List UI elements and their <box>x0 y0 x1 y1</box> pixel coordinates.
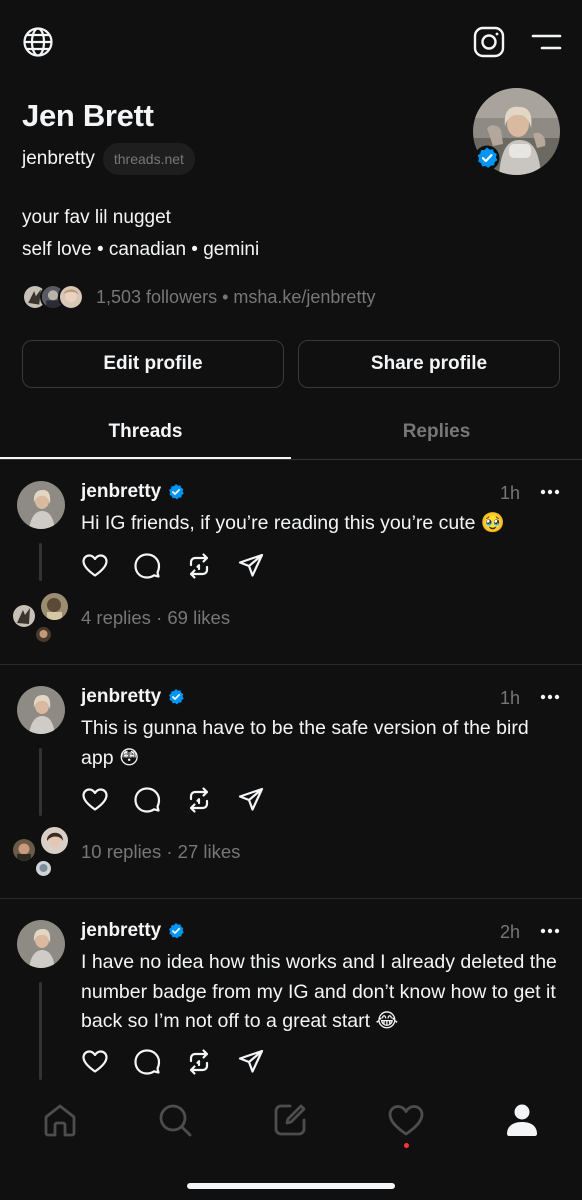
home-indicator <box>187 1183 395 1189</box>
post-divider <box>0 664 582 665</box>
profile-tabs: Threads Replies <box>0 412 582 460</box>
bottom-nav <box>0 1100 582 1160</box>
thread-post[interactable]: jenbretty 1h This is gunna have to be th… <box>0 686 582 899</box>
notification-dot <box>404 1143 409 1148</box>
replier-avatar <box>36 627 51 642</box>
menu-icon[interactable] <box>530 30 562 54</box>
profile-name: Jen Brett <box>22 98 154 133</box>
more-options-icon[interactable] <box>540 481 560 503</box>
reply-icon[interactable] <box>133 552 161 580</box>
verified-badge-icon <box>169 923 185 939</box>
handle-row: jenbretty threads.net <box>22 143 195 175</box>
share-icon[interactable] <box>237 786 265 814</box>
heart-icon[interactable] <box>386 1100 426 1140</box>
post-time: 1h <box>499 688 520 708</box>
profile-actions: Edit profile Share profile <box>22 340 560 388</box>
share-icon[interactable] <box>237 552 265 580</box>
like-icon[interactable] <box>81 552 109 580</box>
repost-icon[interactable] <box>185 1048 213 1076</box>
more-options-icon[interactable] <box>540 920 560 942</box>
share-icon[interactable] <box>237 1048 265 1076</box>
post-text: I have no idea how this works and I alre… <box>81 951 557 1032</box>
share-profile-button[interactable]: Share profile <box>298 340 560 388</box>
post-time: 1h <box>499 483 520 503</box>
replier-avatar <box>13 605 35 627</box>
follower-avatar <box>58 284 84 310</box>
like-icon[interactable] <box>81 1048 109 1076</box>
thread-line <box>39 982 42 1080</box>
domain-badge[interactable]: threads.net <box>102 143 195 175</box>
post-username[interactable]: jenbretty <box>81 920 161 942</box>
post-stats[interactable]: 4 replies · 69 likes <box>81 607 230 629</box>
tab-replies[interactable]: Replies <box>291 412 582 459</box>
thread-post[interactable]: jenbretty 2h I have no idea how this wor… <box>0 920 582 1100</box>
post-stats[interactable]: 10 replies · 27 likes <box>81 841 240 863</box>
post-actions <box>81 786 265 814</box>
repost-icon[interactable] <box>185 552 213 580</box>
post-username[interactable]: jenbretty <box>81 686 161 708</box>
home-icon[interactable] <box>40 1100 80 1140</box>
post-avatar[interactable] <box>17 686 65 734</box>
post-actions <box>81 1048 265 1076</box>
post-avatar[interactable] <box>17 481 65 529</box>
repost-icon[interactable] <box>185 786 213 814</box>
instagram-icon[interactable] <box>473 26 505 58</box>
top-bar <box>0 0 582 90</box>
post-username-row: jenbretty <box>81 481 185 503</box>
verified-badge-icon <box>169 484 185 500</box>
threads-profile-screen: Jen Brett jenbretty threads.net your fav… <box>0 0 582 1200</box>
profile-bio: your fav lil nugget self love • canadian… <box>22 202 259 266</box>
tab-threads[interactable]: Threads <box>0 412 291 459</box>
verified-badge-icon <box>169 689 185 705</box>
replier-avatar <box>41 593 68 620</box>
search-icon[interactable] <box>155 1100 195 1140</box>
post-divider <box>0 898 582 899</box>
edit-profile-button[interactable]: Edit profile <box>22 340 284 388</box>
post-text: This is gunna have to be the safe versio… <box>81 717 529 769</box>
post-avatar[interactable] <box>17 920 65 968</box>
followers-count[interactable]: 1,503 followers • msha.ke/jenbretty <box>96 287 375 308</box>
bio-line: your fav lil nugget <box>22 207 171 228</box>
post-time: 2h <box>499 922 520 942</box>
post-username-row: jenbretty <box>81 920 185 942</box>
replier-avatar <box>36 861 51 876</box>
reply-icon[interactable] <box>133 786 161 814</box>
like-icon[interactable] <box>81 786 109 814</box>
profile-handle: jenbretty <box>22 148 95 169</box>
thread-line <box>39 543 42 581</box>
post-username[interactable]: jenbretty <box>81 481 161 503</box>
post-text: Hi IG friends, if you’re reading this yo… <box>81 512 506 534</box>
bio-line: self love • canadian • gemini <box>22 239 260 260</box>
reply-icon[interactable] <box>133 1048 161 1076</box>
profile-icon[interactable] <box>502 1100 542 1140</box>
post-username-row: jenbretty <box>81 686 185 708</box>
post-actions <box>81 552 265 580</box>
thread-line <box>39 748 42 816</box>
more-options-icon[interactable] <box>540 686 560 708</box>
replier-avatar <box>41 827 68 854</box>
verified-badge-icon <box>474 145 500 171</box>
thread-post[interactable]: jenbretty 1h Hi IG friends, if you’re re… <box>0 481 582 665</box>
globe-icon[interactable] <box>22 26 54 58</box>
replier-avatar <box>13 839 35 861</box>
compose-icon[interactable] <box>270 1100 310 1140</box>
followers-row[interactable]: 1,503 followers • msha.ke/jenbretty <box>22 283 375 311</box>
